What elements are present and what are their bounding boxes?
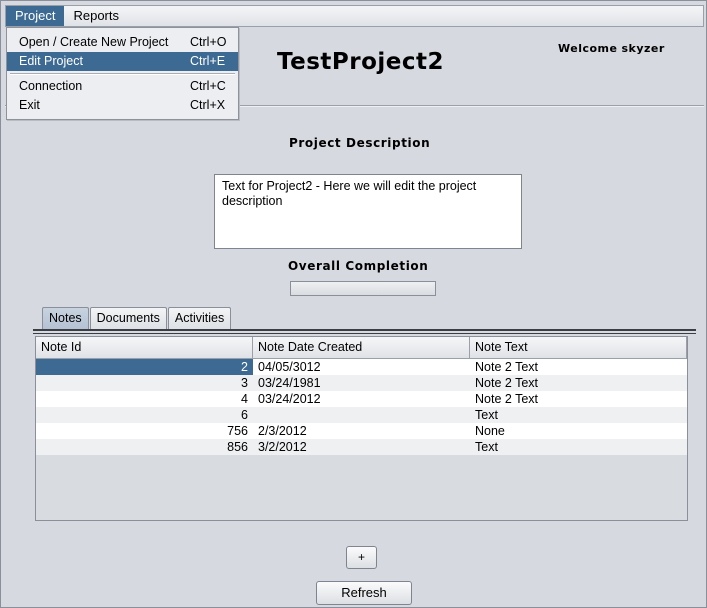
cell-note-id: 756 (227, 424, 248, 438)
column-header-note-id[interactable]: Note Id (36, 337, 253, 359)
cell-note-id: 6 (241, 408, 248, 422)
table-row[interactable]: 2 04/05/3012 Note 2 Text (36, 359, 687, 375)
cell-date-created: 04/05/3012 (258, 360, 321, 374)
menu-reports[interactable]: Reports (64, 6, 128, 26)
cell-note-id: 856 (227, 440, 248, 454)
menu-item-connection[interactable]: Connection Ctrl+C (7, 77, 238, 96)
cell-note-text: None (475, 424, 505, 438)
cell-date-created: 3/2/2012 (258, 440, 307, 454)
menu-item-exit[interactable]: Exit Ctrl+X (7, 96, 238, 115)
cell-date-created: 03/24/2012 (258, 392, 321, 406)
add-note-button[interactable]: + (346, 546, 377, 569)
column-header-date-created[interactable]: Note Date Created (253, 337, 470, 359)
menu-item-shortcut: Ctrl+X (190, 98, 226, 112)
cell-note-text: Text (475, 408, 498, 422)
menu-item-open-create-project[interactable]: Open / Create New Project Ctrl+O (7, 33, 238, 52)
cell-note-id: 4 (241, 392, 248, 406)
cell-date-created: 2/3/2012 (258, 424, 307, 438)
cell-date-created: 03/24/1981 (258, 376, 321, 390)
tab-underline (33, 329, 696, 331)
welcome-prefix: Welcome (558, 42, 618, 55)
menu-item-label: Edit Project (19, 54, 83, 68)
tab-bar: Notes Documents Activities (42, 307, 232, 330)
description-label: Project Description (289, 136, 431, 150)
tab-documents[interactable]: Documents (89, 307, 167, 330)
cell-note-text: Note 2 Text (475, 392, 539, 406)
username: skyzer (621, 42, 665, 55)
cell-note-text: Text (475, 440, 498, 454)
table-row[interactable]: 6 Text (36, 407, 687, 423)
project-menu-dropdown: Open / Create New Project Ctrl+O Edit Pr… (6, 27, 239, 120)
app-window: Project Reports TestProject2 Welcome skyz… (0, 0, 707, 608)
table-row[interactable]: 756 2/3/2012 None (36, 423, 687, 439)
table-header: Note Id Note Date Created Note Text (36, 337, 687, 359)
cell-note-id: 3 (241, 376, 248, 390)
menu-item-shortcut: Ctrl+E (190, 54, 226, 68)
menu-item-label: Open / Create New Project (19, 35, 169, 49)
tab-activities[interactable]: Activities (167, 307, 232, 330)
menu-item-label: Exit (19, 98, 40, 112)
description-textarea[interactable]: Text for Project2 - Here we will edit th… (214, 174, 522, 249)
menu-project[interactable]: Project (6, 6, 65, 26)
project-title: TestProject2 (277, 49, 445, 75)
menu-bar: Project Reports (5, 5, 704, 27)
table-row[interactable]: 3 03/24/1981 Note 2 Text (36, 375, 687, 391)
completion-label: Overall Completion (288, 259, 429, 273)
cell-note-text: Note 2 Text (475, 360, 539, 374)
menu-item-edit-project[interactable]: Edit Project Ctrl+E (7, 52, 238, 71)
menu-item-shortcut: Ctrl+O (190, 35, 227, 49)
table-row[interactable]: 856 3/2/2012 Text (36, 439, 687, 455)
completion-progress-bar (290, 281, 436, 296)
welcome-message: Welcome skyzer (558, 42, 665, 55)
cell-note-id: 2 (36, 359, 253, 375)
tab-notes[interactable]: Notes (42, 307, 89, 330)
cell-note-text: Note 2 Text (475, 376, 539, 390)
column-header-note-text[interactable]: Note Text (470, 337, 687, 359)
cell-date-created (253, 407, 470, 423)
notes-table: Note Id Note Date Created Note Text 2 04… (35, 336, 688, 521)
tab-underline-secondary (33, 333, 696, 334)
table-row[interactable]: 4 03/24/2012 Note 2 Text (36, 391, 687, 407)
refresh-button[interactable]: Refresh (316, 581, 412, 605)
menu-item-shortcut: Ctrl+C (190, 79, 226, 93)
menu-separator (10, 73, 235, 75)
menu-item-label: Connection (19, 79, 83, 93)
